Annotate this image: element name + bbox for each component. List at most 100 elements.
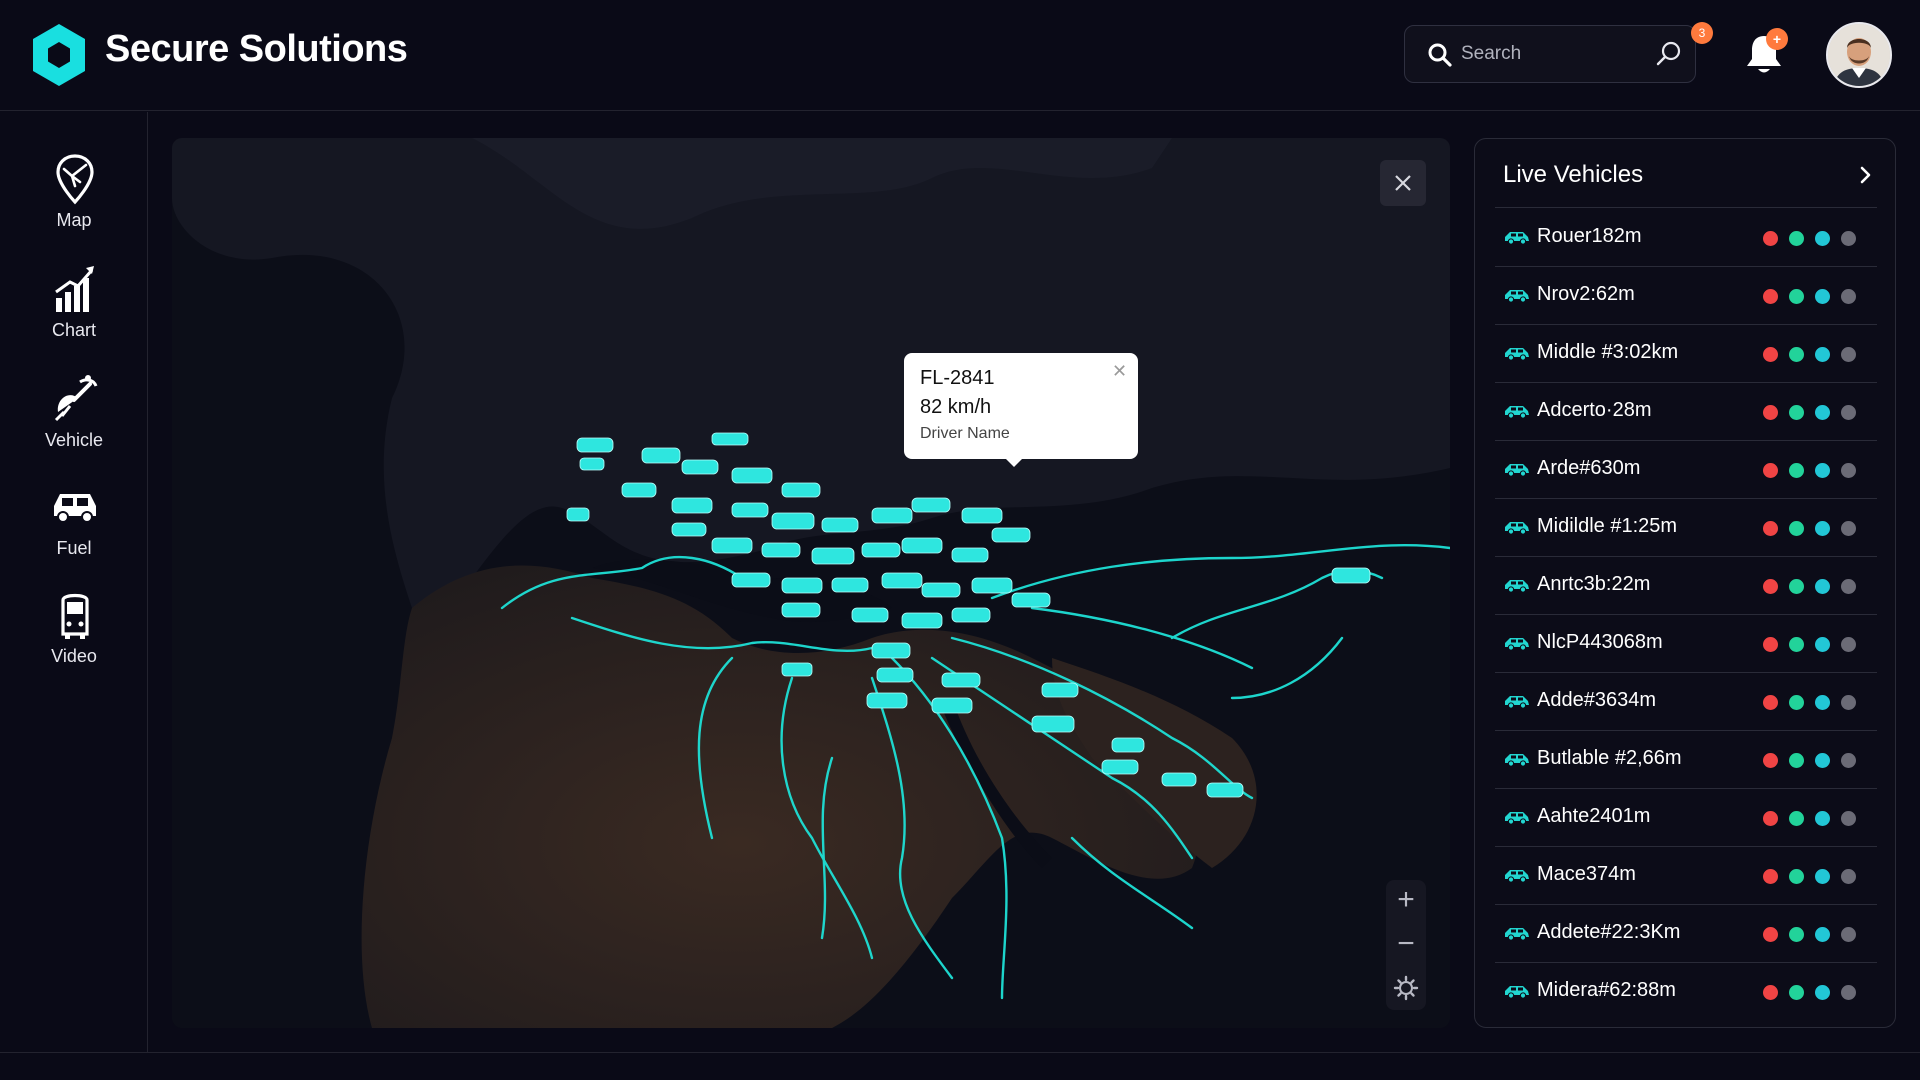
zoom-controls: + − — [1386, 880, 1426, 1010]
top-header: Secure Solutions 3 + — [0, 0, 1920, 111]
status-indicators — [1763, 289, 1867, 309]
vehicle-name: NlcP443068m — [1537, 631, 1663, 653]
car-icon — [1505, 290, 1529, 303]
status-dot — [1763, 347, 1778, 362]
status-dot — [1789, 637, 1804, 652]
status-dot — [1789, 753, 1804, 768]
vehicle-list-item[interactable]: Adcerto·28m — [1495, 383, 1877, 441]
car-icon — [1505, 696, 1529, 709]
notification-badge: + — [1766, 28, 1788, 50]
vehicle-list-item[interactable]: Mace374m — [1495, 847, 1877, 905]
user-avatar[interactable] — [1826, 22, 1892, 88]
status-indicators — [1763, 753, 1867, 773]
status-dot — [1841, 289, 1856, 304]
search-submit-icon[interactable] — [1655, 40, 1683, 68]
status-dot — [1763, 521, 1778, 536]
bus-icon — [61, 593, 89, 639]
vehicle-list-item[interactable]: Arde#630m — [1495, 441, 1877, 499]
vehicle-name: Adcerto·28m — [1537, 399, 1652, 421]
vehicle-name: Adde#3634m — [1537, 689, 1656, 711]
car-icon — [1505, 986, 1529, 999]
status-dot — [1789, 579, 1804, 594]
vehicle-list-item[interactable]: Butlable #2,66m — [1495, 731, 1877, 789]
status-indicators — [1763, 695, 1867, 715]
vehicle-list-item[interactable]: Rouer182m — [1495, 209, 1877, 267]
fleet-map[interactable] — [172, 138, 1450, 1028]
car-icon — [1505, 812, 1529, 825]
status-dot — [1841, 869, 1856, 884]
car-icon — [1505, 870, 1529, 883]
status-dot — [1789, 289, 1804, 304]
map-close-button[interactable] — [1380, 160, 1426, 206]
status-dot — [1841, 463, 1856, 478]
panel-divider — [1495, 207, 1877, 208]
logo-hexagon-icon — [33, 24, 85, 86]
close-icon — [1395, 175, 1411, 191]
status-dot — [1841, 405, 1856, 420]
car-icon — [1505, 232, 1529, 245]
vehicle-list-item[interactable]: Midera#62:88m — [1495, 963, 1877, 1021]
search-icon — [1428, 43, 1452, 67]
status-indicators — [1763, 811, 1867, 831]
sidebar-item-vehicle[interactable]: Vehicle — [0, 372, 148, 468]
status-dot — [1789, 521, 1804, 536]
zoom-out-button[interactable]: − — [1386, 924, 1426, 964]
vehicle-list-item[interactable]: Anrtc3b:22m — [1495, 557, 1877, 615]
status-dot — [1763, 869, 1778, 884]
status-indicators — [1763, 579, 1867, 599]
vehicle-list-item[interactable]: Addete#22:3Km — [1495, 905, 1877, 963]
footer-divider — [0, 1052, 1920, 1053]
zoom-in-button[interactable]: + — [1386, 880, 1426, 920]
status-dot — [1763, 695, 1778, 710]
sidebar-item-video[interactable]: Video — [0, 588, 148, 684]
sidebar-item-chart[interactable]: Chart — [0, 262, 148, 358]
vehicle-name: Arde#630m — [1537, 457, 1641, 479]
notification-bell-button[interactable]: + — [1744, 28, 1788, 78]
status-dot — [1841, 579, 1856, 594]
chevron-right-icon[interactable] — [1853, 163, 1877, 187]
popup-vehicle-speed: 82 km/h — [920, 396, 992, 418]
status-dot — [1815, 289, 1830, 304]
status-dot — [1789, 985, 1804, 1000]
sidebar-nav: Map Chart Vehicle Fuel Video — [0, 112, 148, 1052]
status-dot — [1789, 695, 1804, 710]
search-badge: 3 — [1691, 22, 1713, 44]
sidebar-item-map[interactable]: Map — [0, 152, 148, 248]
car-icon — [1505, 464, 1529, 477]
vehicle-list-item[interactable]: Adde#3634m — [1495, 673, 1877, 731]
search-box[interactable]: 3 — [1404, 22, 1713, 83]
status-indicators — [1763, 927, 1867, 947]
status-dot — [1815, 695, 1830, 710]
vehicle-name: Midera#62:88m — [1537, 979, 1676, 1001]
world-map-background — [172, 138, 1450, 1028]
vehicle-list-item[interactable]: Middle #3:02km — [1495, 325, 1877, 383]
vehicle-list-item[interactable]: Midildle #1:25m — [1495, 499, 1877, 557]
status-indicators — [1763, 869, 1867, 889]
status-dot — [1815, 521, 1830, 536]
car-icon — [54, 494, 96, 523]
status-indicators — [1763, 347, 1867, 367]
map-settings-button[interactable] — [1386, 968, 1426, 1008]
status-dot — [1841, 521, 1856, 536]
status-dot — [1789, 231, 1804, 246]
vehicle-list-item[interactable]: NlcP443068m — [1495, 615, 1877, 673]
sidebar-item-label: Map — [56, 210, 92, 230]
user-portrait-icon — [1828, 24, 1890, 86]
vehicle-list-item[interactable]: Nrov2:62m — [1495, 267, 1877, 325]
status-dot — [1763, 753, 1778, 768]
popup-close-button[interactable]: ✕ — [1112, 361, 1127, 382]
vehicle-list-item[interactable]: Aahte2401m — [1495, 789, 1877, 847]
sidebar-item-fuel[interactable]: Fuel — [0, 480, 148, 576]
sidebar-item-label: Fuel — [56, 538, 92, 558]
status-indicators — [1763, 463, 1867, 483]
search-input[interactable] — [1461, 41, 1641, 67]
status-dot — [1789, 405, 1804, 420]
status-dot — [1815, 405, 1830, 420]
satellite-icon — [54, 375, 98, 422]
status-dot — [1841, 231, 1856, 246]
popup-driver-name: Driver Name — [920, 425, 1010, 442]
map-pin-icon — [56, 154, 94, 205]
status-dot — [1815, 869, 1830, 884]
status-dot — [1763, 985, 1778, 1000]
status-dot — [1815, 637, 1830, 652]
